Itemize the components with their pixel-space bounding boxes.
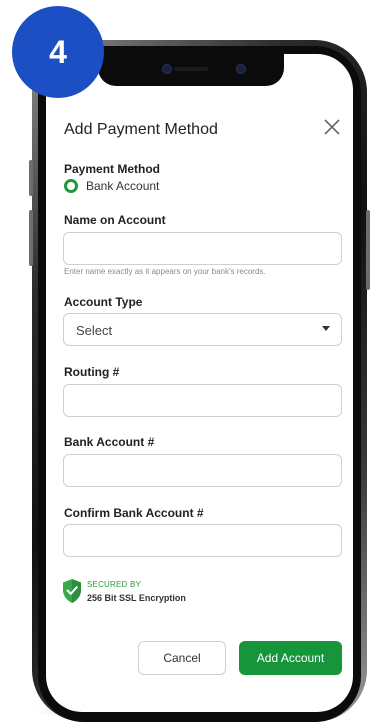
phone-side-button — [29, 160, 33, 196]
routing-label: Routing # — [64, 365, 120, 379]
ssl-encryption-text: 256 Bit SSL Encryption — [87, 593, 186, 603]
phone-side-button — [366, 210, 370, 290]
close-icon[interactable] — [322, 117, 342, 137]
routing-input[interactable] — [63, 384, 342, 417]
account-type-selected-value: Select — [76, 323, 113, 338]
payment-method-label: Payment Method — [64, 162, 161, 176]
add-account-button[interactable]: Add Account — [239, 641, 342, 675]
phone-screen — [46, 54, 353, 712]
cancel-button[interactable]: Cancel — [138, 641, 226, 675]
confirm-bank-account-input[interactable] — [63, 524, 342, 557]
radio-selected-icon[interactable] — [64, 179, 78, 193]
name-on-account-input[interactable] — [63, 232, 342, 265]
confirm-bank-account-label: Confirm Bank Account # — [64, 506, 204, 520]
name-on-account-label: Name on Account — [64, 213, 166, 227]
front-camera — [162, 64, 172, 74]
step-badge: 4 — [12, 6, 104, 98]
speaker-grille — [174, 67, 208, 71]
shield-check-icon — [63, 579, 81, 603]
name-on-account-hint: Enter name exactly as it appears on your… — [64, 267, 266, 276]
bank-account-radio-option[interactable]: Bank Account — [64, 179, 159, 193]
bank-account-input[interactable] — [63, 454, 342, 487]
chevron-down-icon — [322, 326, 330, 331]
modal-title: Add Payment Method — [64, 121, 218, 138]
bank-account-label: Bank Account # — [64, 435, 155, 449]
account-type-label: Account Type — [64, 295, 143, 309]
phone-side-button — [29, 210, 33, 266]
bank-account-radio-label: Bank Account — [86, 179, 160, 193]
secured-by-text: SECURED BY — [87, 580, 142, 589]
sensor — [236, 64, 246, 74]
